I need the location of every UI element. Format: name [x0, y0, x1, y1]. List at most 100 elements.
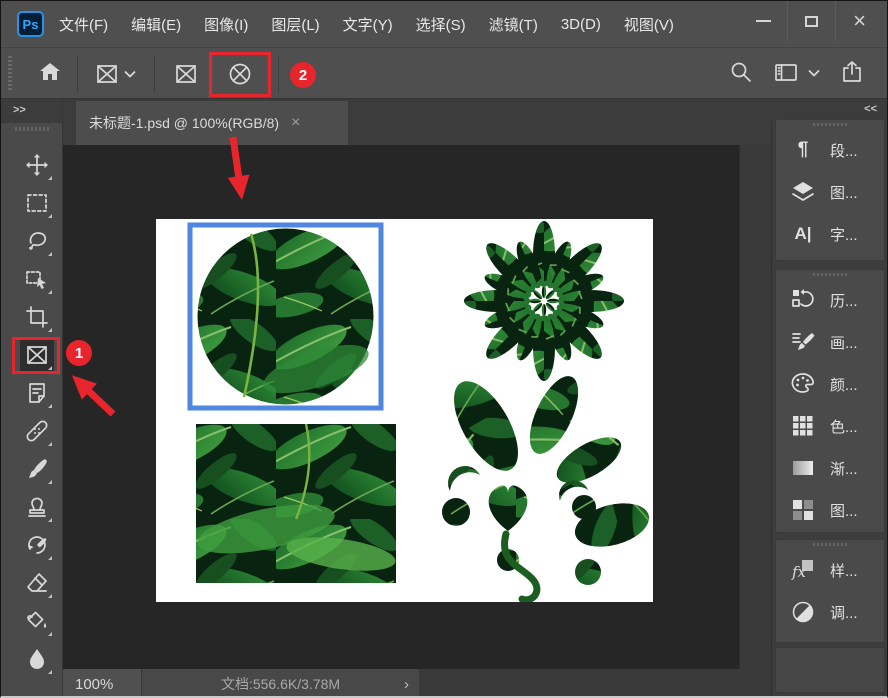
menu-item-7[interactable]: 3D(D) — [561, 16, 601, 33]
current-tool-button[interactable] — [94, 61, 120, 92]
search-button[interactable] — [728, 59, 754, 90]
home-icon — [37, 72, 63, 89]
menu-item-6[interactable]: 滤镜(T) — [489, 14, 538, 35]
panel-button-label: 历... — [830, 290, 858, 311]
rect-frame-option-button[interactable] — [173, 61, 199, 92]
menu-bar: 文件(F) 编辑(E) 图像(I) 图层(L) 文字(Y) 选择(S) 滤镜(T) 3D(D)… — [59, 1, 674, 47]
panel-button-brushes[interactable]: 画... — [776, 321, 884, 363]
panel-button-label: 画... — [830, 332, 858, 353]
tool-rectangular-marquee-tool[interactable] — [20, 186, 54, 220]
search-icon — [728, 72, 754, 89]
character-icon: A| — [790, 221, 816, 247]
annotation-badge-1: 1 — [66, 340, 92, 366]
tool-flyout-indicator — [48, 518, 52, 522]
menu-item-8[interactable]: 视图(V) — [624, 14, 674, 35]
close-icon: × — [853, 10, 866, 32]
panel-group-grip[interactable] — [776, 120, 884, 129]
tool-note-tool[interactable] — [20, 376, 54, 410]
adjustments-icon — [790, 599, 816, 625]
document-info[interactable]: 文档:556.6K/3.78M › — [142, 669, 419, 698]
workspace-chevron[interactable] — [807, 66, 821, 85]
close-button[interactable]: × — [835, 1, 883, 41]
menu-item-1[interactable]: 编辑(E) — [131, 14, 181, 35]
panel-group-grip[interactable] — [776, 270, 884, 279]
share-button[interactable] — [839, 59, 865, 90]
maximize-button[interactable] — [787, 1, 835, 41]
workspace-button[interactable] — [773, 60, 799, 91]
tool-object-selection-tool[interactable] — [20, 262, 54, 296]
panel-button-swatches[interactable]: 色... — [776, 405, 884, 447]
tool-paint-bucket-tool[interactable] — [20, 604, 54, 638]
menu-item-4[interactable]: 文字(Y) — [343, 14, 393, 35]
home-button[interactable] — [37, 59, 63, 90]
canvas-area[interactable] — [63, 145, 739, 669]
panel-button-history[interactable]: 历... — [776, 279, 884, 321]
rect-frame-option-icon — [173, 74, 199, 91]
annotation-badge-2: 2 — [290, 62, 316, 88]
minimize-icon — [756, 20, 771, 22]
status-chevron-icon[interactable]: › — [404, 676, 409, 693]
panel-button-paragraph[interactable]: ¶ 段... — [776, 129, 884, 171]
tool-flyout-indicator — [48, 442, 52, 446]
tool-flyout-indicator — [48, 556, 52, 560]
menu-item-5[interactable]: 选择(S) — [416, 14, 466, 35]
annotation-box-ellipse-option — [209, 52, 271, 97]
panel-button-layers[interactable]: 图... — [776, 171, 884, 213]
tool-flyout-indicator — [48, 594, 52, 598]
zoom-level-field[interactable]: 100% — [63, 669, 141, 698]
options-grip[interactable] — [8, 56, 12, 92]
tool-move-tool[interactable] — [20, 148, 54, 182]
tool-flyout-indicator — [48, 176, 52, 180]
tool-history-brush-tool[interactable] — [20, 528, 54, 562]
svg-text:fx: fx — [791, 563, 807, 581]
menu-item-3[interactable]: 图层(L) — [271, 14, 319, 35]
layers-icon — [790, 179, 816, 205]
tool-preset-chevron[interactable] — [123, 67, 137, 86]
chevron-down-icon — [123, 68, 137, 85]
tools-panel-expand[interactable]: >> — [1, 99, 62, 123]
panel-button-pattern[interactable]: 图... — [776, 489, 884, 531]
document-info-text: 文档:556.6K/3.78M — [221, 674, 340, 694]
title-bar: Ps 文件(F) 编辑(E) 图像(I) 图层(L) 文字(Y) 选择(S) 滤镜(T) 3D… — [1, 1, 888, 47]
document-tab-title: 未标题-1.psd @ 100%(RGB/8) — [89, 113, 279, 133]
panel-group-styles: fx样...调... — [775, 539, 885, 643]
tool-eraser-tool[interactable] — [20, 566, 54, 600]
document-canvas[interactable] — [156, 219, 653, 602]
tools-panel-grip[interactable] — [15, 127, 49, 131]
panel-button-color[interactable]: 颜... — [776, 363, 884, 405]
ps-logo: Ps — [17, 11, 44, 37]
tool-blur-tool[interactable] — [20, 642, 54, 676]
tool-crop-tool[interactable] — [20, 300, 54, 334]
panel-button-label: 颜... — [830, 374, 858, 395]
share-icon — [839, 72, 865, 89]
tool-brush-tool[interactable] — [20, 452, 54, 486]
tab-close-icon[interactable]: × — [291, 114, 300, 132]
plant-cutout — [441, 369, 653, 600]
tool-flyout-indicator — [48, 632, 52, 636]
panel-button-styles[interactable]: fx样... — [776, 549, 884, 591]
panel-button-label: 段... — [830, 140, 858, 161]
brushes-icon — [790, 329, 816, 355]
panel-button-label: 渐... — [830, 458, 858, 479]
tool-lasso-tool[interactable] — [20, 224, 54, 258]
panel-button-adjustments[interactable]: 调... — [776, 591, 884, 633]
panel-group-grip[interactable] — [776, 540, 884, 549]
annotation-box-frame-tool — [12, 337, 60, 374]
tool-flyout-indicator — [48, 404, 52, 408]
panel-button-label: 图... — [830, 182, 858, 203]
document-tab[interactable]: 未标题-1.psd @ 100%(RGB/8) × — [76, 101, 348, 145]
tool-flyout-indicator — [48, 290, 52, 294]
panel-button-gradient[interactable]: 渐... — [776, 447, 884, 489]
menu-item-2[interactable]: 图像(I) — [204, 14, 248, 35]
pattern-icon — [790, 497, 816, 523]
window-controls: × — [739, 1, 883, 41]
chevron-down-icon — [807, 67, 821, 84]
paragraph-icon: ¶ — [790, 137, 816, 163]
panel-button-label: 字... — [830, 224, 858, 245]
right-panel-collapse[interactable]: << — [771, 99, 888, 121]
menu-item-0[interactable]: 文件(F) — [59, 14, 108, 35]
minimize-button[interactable] — [739, 1, 787, 41]
tool-healing-brush-tool[interactable] — [20, 414, 54, 448]
tool-clone-stamp-tool[interactable] — [20, 490, 54, 524]
panel-button-character[interactable]: A| 字... — [776, 213, 884, 255]
